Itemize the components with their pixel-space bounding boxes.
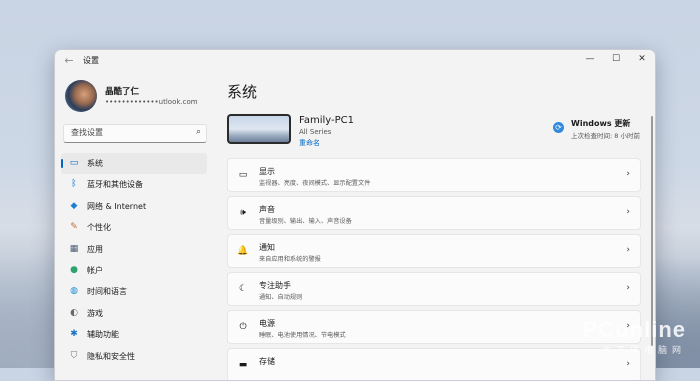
title-bar: ← 设置 — ☐ ✕ [55,50,655,72]
card-title: 电源 [259,319,275,328]
speaker-icon: 🕪 [240,208,246,218]
window-controls: — ☐ ✕ [577,50,655,68]
device-model: All Series [299,128,332,136]
card-description: 睡眠、电池使用情况、节电模式 [259,332,346,339]
card-title: 显示 [259,167,275,176]
sidebar-item-3[interactable]: ✎ 个性化 [61,217,207,238]
sidebar-item-label: 网络 & Internet [87,201,147,211]
chevron-right-icon: › [626,283,630,293]
search-icon[interactable]: ⌕ [196,127,201,137]
bell-icon: 🔔 [237,246,249,256]
avatar [65,80,97,112]
sidebar-item-label: 隐私和安全性 [87,351,135,361]
shield-icon: ⛉ [70,350,78,361]
display-icon: ▭ [238,170,248,180]
settings-card-4[interactable]: ⏻ 电源 睡眠、电池使用情况、节电模式 › [227,310,641,344]
settings-card-list: ▭ 显示监视器、亮度、夜间模式、显示配置文件 › 🕪 声音音量级别、输出、输入、声音设备… [227,158,641,380]
sidebar-item-1[interactable]: ᛒ 蓝牙和其他设备 [61,174,207,195]
card-description: 来自应用和系统的警报 [259,256,321,263]
app-title: 设置 [83,56,99,65]
card-description: 音量级别、输出、输入、声音设备 [259,218,352,225]
maximize-button[interactable]: ☐ [603,50,629,68]
settings-card-1[interactable]: 🕪 声音音量级别、输出、输入、声音设备 › [227,196,641,230]
device-name: Family-PC1 [299,115,354,126]
scrollbar[interactable] [651,116,653,346]
rename-link[interactable]: 重命名 [299,138,320,148]
minimize-button[interactable]: — [577,50,603,68]
globe-clock-icon: ◍ [70,286,78,297]
card-description: 通知、自动规则 [259,294,303,301]
sidebar-item-7[interactable]: ◐ 游戏 [61,303,207,324]
bluetooth-icon: ᛒ [71,179,77,190]
account-icon: ● [70,264,78,275]
sidebar-item-9[interactable]: ⛉ 隐私和安全性 [61,346,207,367]
sidebar-item-8[interactable]: ✱ 辅助功能 [61,324,207,345]
sidebar-item-label: 应用 [87,244,103,254]
chevron-right-icon: › [626,245,630,255]
sidebar-item-label: 系统 [87,159,103,168]
windows-update-last-checked: 上次检查时间: 8 小时前 [571,132,640,140]
sidebar-nav: ▭ 系统 ᛒ 蓝牙和其他设备 ◆ 网络 & Internet ✎ 个性化 ▦ 应用 ● 帐户 ◍ 时间和语… [61,153,207,367]
chevron-right-icon: › [626,207,630,217]
sidebar-item-5[interactable]: ● 帐户 [61,260,207,281]
back-arrow-icon[interactable]: ← [61,53,77,69]
card-description: 监视器、亮度、夜间模式、显示配置文件 [259,180,371,187]
search-input[interactable] [69,127,191,138]
settings-card-3[interactable]: ☾ 专注助手通知、自动规则 › [227,272,641,306]
brush-icon: ✎ [70,222,78,233]
page-title: 系统 [227,83,258,101]
card-title: 声音 [259,205,275,214]
user-email: •••••••••••••utlook.com [105,98,198,106]
wifi-icon: ◆ [70,200,78,211]
sidebar-item-label: 游戏 [87,308,103,318]
system-monitor-icon: ▭ [69,158,79,168]
sidebar-item-label: 个性化 [87,223,111,233]
watermark-logo: PConline 太平洋电脑网 [583,317,686,356]
sidebar-item-label: 蓝牙和其他设备 [87,180,143,190]
windows-update-icon[interactable]: ⟳ [553,122,564,133]
accessibility-icon: ✱ [70,329,78,340]
watermark-brand: PConline [582,317,686,342]
settings-card-0[interactable]: ▭ 显示监视器、亮度、夜间模式、显示配置文件 › [227,158,641,192]
chevron-right-icon: › [626,169,630,179]
sidebar-item-label: 帐户 [87,265,103,275]
power-icon: ⏻ [239,322,247,332]
sidebar-item-label: 时间和语言 [87,287,127,297]
gamepad-icon: ◐ [70,307,78,318]
sidebar-item-6[interactable]: ◍ 时间和语言 [61,281,207,302]
apps-icon: ▦ [69,243,79,254]
watermark-sub: 太平洋电脑网 [601,345,686,355]
settings-card-5[interactable]: ▬ 存储 › [227,348,641,380]
user-name: 晶酷了仁 [105,87,140,97]
sidebar-item-0[interactable]: ▭ 系统 [61,153,207,175]
sidebar-item-4[interactable]: ▦ 应用 [61,239,207,260]
close-button[interactable]: ✕ [629,50,655,68]
storage-icon: ▬ [238,360,248,370]
card-title: 通知 [259,243,275,252]
search-box: ⌕ [63,124,207,143]
windows-update-title[interactable]: Windows 更新 [571,118,630,129]
settings-window: ← 设置 — ☐ ✕ 晶酷了仁 •••••••••••••utlook.com … [54,49,656,381]
sidebar-item-2[interactable]: ◆ 网络 & Internet [61,196,207,217]
settings-card-2[interactable]: 🔔 通知来自应用和系统的警报 › [227,234,641,268]
card-title: 专注助手 [259,281,291,290]
card-title: 存储 [259,357,275,366]
sidebar-item-label: 辅助功能 [87,330,119,340]
device-thumbnail [227,114,291,144]
moon-icon: ☾ [238,284,248,294]
